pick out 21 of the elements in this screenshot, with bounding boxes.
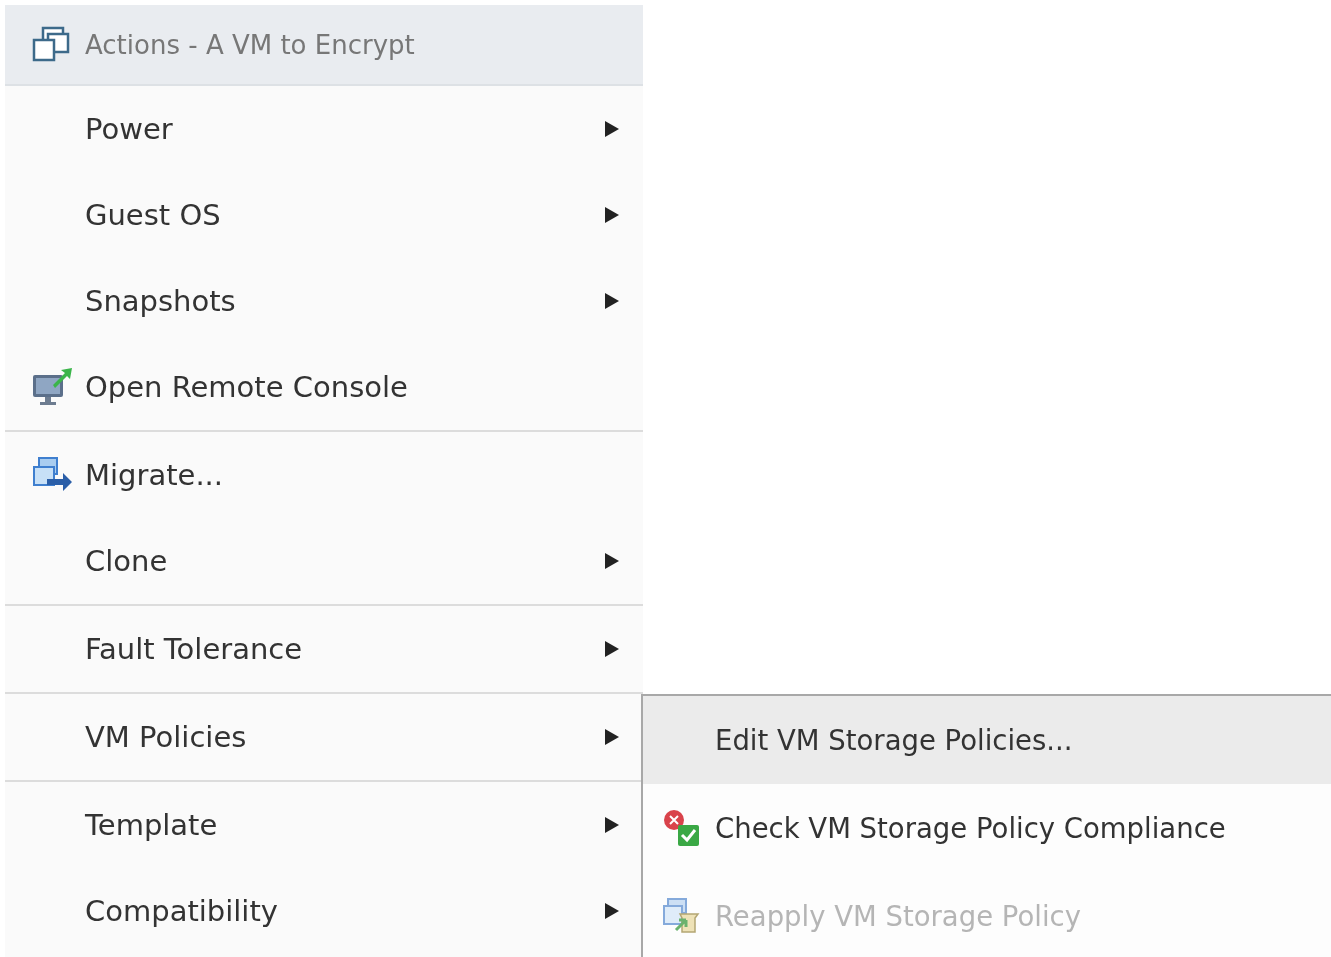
menu-item[interactable]: Migrate... xyxy=(5,432,643,518)
menu-item[interactable]: Template xyxy=(5,782,643,868)
caret-icon xyxy=(605,729,619,745)
caret-icon xyxy=(605,817,619,833)
menu-item[interactable]: Open Remote Console xyxy=(5,344,643,432)
caret-icon xyxy=(605,207,619,223)
caret-icon xyxy=(605,553,619,569)
monitor-arrow-icon xyxy=(31,367,73,407)
caret-icon xyxy=(605,121,619,137)
caret-icon xyxy=(605,641,619,657)
menu-item[interactable]: Fault Tolerance xyxy=(5,606,643,694)
submenu-item[interactable]: Edit VM Storage Policies... xyxy=(643,696,1331,784)
menu-item[interactable]: Snapshots xyxy=(5,258,643,344)
menu-title: Actions - A VM to Encrypt xyxy=(85,29,415,60)
caret-icon xyxy=(605,293,619,309)
menu-item[interactable]: Power xyxy=(5,86,643,172)
menu-item[interactable]: Guest OS xyxy=(5,172,643,258)
submenu-item[interactable]: Check VM Storage Policy Compliance xyxy=(643,784,1331,872)
menu-item[interactable]: Clone xyxy=(5,518,643,606)
caret-icon xyxy=(605,903,619,919)
menu-item[interactable]: Compatibility xyxy=(5,868,643,954)
